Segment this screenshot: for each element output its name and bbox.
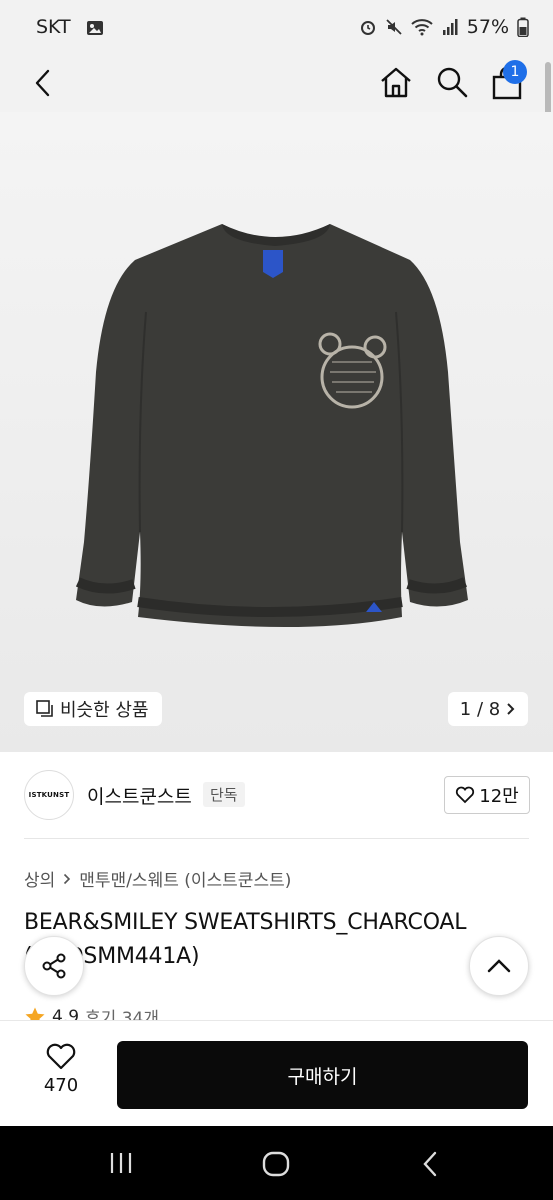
share-icon	[42, 953, 66, 979]
carrier-label: SKT	[36, 16, 71, 38]
scroll-top-button[interactable]	[469, 936, 529, 996]
similar-products-button[interactable]: 비슷한 상품	[24, 692, 162, 726]
similar-products-label: 비슷한 상품	[60, 700, 149, 721]
status-bar: SKT 57%	[0, 0, 553, 56]
product-title: BEAR&SMILEY SWEATSHIRTS_CHARCOAL (IK2DSM…	[24, 910, 467, 969]
brand-like-count: 12만	[479, 786, 519, 807]
battery-label: 57%	[466, 16, 509, 38]
recents-icon[interactable]	[108, 1150, 134, 1176]
seller-name[interactable]: 이스트쿤스트	[87, 782, 192, 809]
brand-like-button[interactable]: 12만	[444, 776, 530, 814]
top-app-bar: 1	[0, 56, 553, 112]
seller-logo[interactable]: ISTKUNST	[24, 770, 74, 820]
buy-button[interactable]: 구매하기	[117, 1041, 528, 1109]
sweatshirt-image	[0, 112, 553, 752]
back-icon[interactable]	[32, 68, 56, 98]
chevron-right-icon	[507, 703, 515, 715]
image-counter: 1 / 8	[459, 698, 501, 720]
heart-icon	[46, 1043, 76, 1070]
breadcrumb-root[interactable]: 상의	[24, 866, 55, 891]
chevron-right-icon	[64, 873, 71, 884]
heart-icon	[456, 786, 475, 804]
share-button[interactable]	[24, 936, 84, 996]
product-image[interactable]: 비슷한 상품 1 / 8	[0, 112, 553, 752]
search-icon[interactable]	[434, 64, 470, 100]
wish-count: 470	[43, 1075, 79, 1096]
exclusive-badge: 단독	[203, 782, 245, 807]
nav-home-icon[interactable]	[262, 1150, 290, 1178]
cart-count-badge: 1	[503, 60, 527, 84]
breadcrumb-sub[interactable]: 맨투맨/스웨트 (이스트쿤스트)	[79, 866, 291, 891]
similar-icon	[36, 700, 53, 717]
nav-back-icon[interactable]	[420, 1150, 440, 1178]
signal-icon	[442, 19, 458, 35]
image-counter-button[interactable]: 1 / 8	[448, 692, 528, 726]
system-nav-bar	[0, 1126, 553, 1200]
breadcrumb: 상의 맨투맨/스웨트 (이스트쿤스트)	[24, 866, 291, 891]
wifi-icon	[411, 19, 433, 36]
chevron-up-icon	[487, 959, 511, 973]
alarm-icon	[360, 21, 375, 35]
mute-icon	[386, 19, 402, 35]
wish-button[interactable]: 470	[24, 1043, 98, 1107]
seller-row: ISTKUNST 이스트쿤스트 단독 12만	[0, 752, 553, 838]
purchase-bar: 470 구매하기	[0, 1020, 553, 1127]
battery-icon	[517, 17, 529, 37]
divider	[24, 838, 529, 839]
gallery-icon	[87, 21, 103, 35]
status-icons: 57%	[359, 16, 529, 38]
home-icon[interactable]	[378, 64, 414, 100]
